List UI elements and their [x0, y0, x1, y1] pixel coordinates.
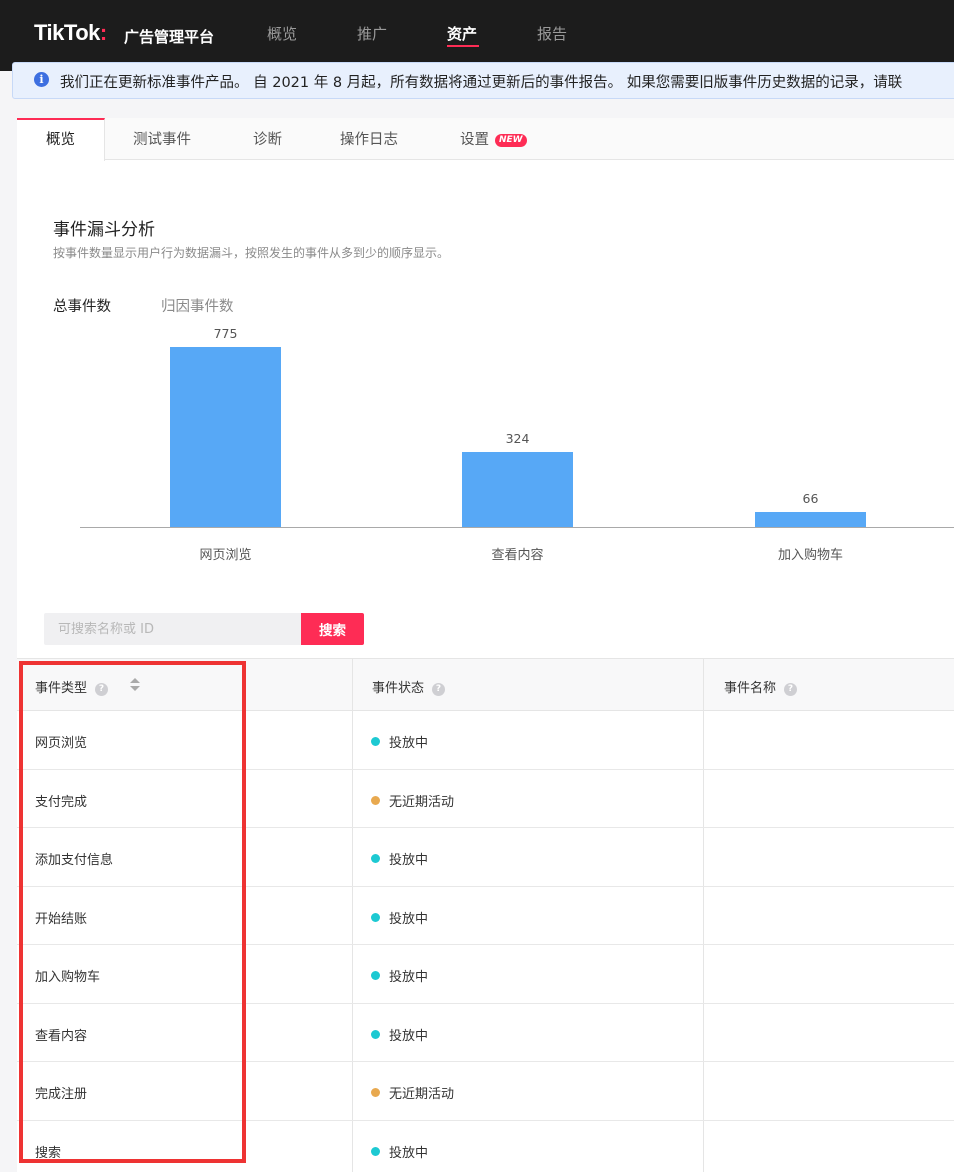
help-icon[interactable]: ? — [432, 683, 446, 696]
event-status-cell: 无近期活动 — [389, 794, 455, 810]
table-row[interactable]: 网页浏览 投放中 — [17, 711, 954, 770]
bar-value-label: 324 — [505, 430, 530, 446]
status-dot — [371, 1146, 380, 1156]
event-type-cell: 加入购物车 — [35, 970, 101, 985]
main-panel: 概览 测试事件 诊断 操作日志 设置 NEW 事件漏斗分析 按事件数量显示用户行为… — [17, 118, 954, 1172]
metric-tab-attributed-events[interactable]: 归因事件数 — [161, 295, 234, 316]
help-icon[interactable]: ? — [95, 683, 109, 696]
nav-promotion[interactable]: 推广 — [357, 23, 387, 44]
top-navigation-bar: TikTok: 广告管理平台 概览 推广 资产 报告 — [0, 0, 954, 71]
chart-bar[interactable] — [755, 511, 866, 527]
event-type-cell: 查看内容 — [35, 1028, 88, 1044]
event-status-cell: 投放中 — [389, 911, 429, 927]
new-badge: NEW — [495, 134, 527, 147]
event-status-cell: 投放中 — [389, 970, 429, 985]
event-status-cell: 无近期活动 — [389, 1087, 455, 1102]
event-type-cell: 添加支付信息 — [35, 853, 114, 868]
tab-activity-log[interactable]: 操作日志 — [340, 118, 398, 160]
search-button[interactable]: 搜索 — [301, 613, 364, 645]
help-icon[interactable]: ? — [784, 683, 798, 696]
search-input[interactable] — [44, 613, 302, 645]
nav-reports[interactable]: 报告 — [537, 23, 567, 44]
event-type-cell: 开始结账 — [35, 911, 88, 927]
event-type-cell: 支付完成 — [35, 794, 88, 810]
chart-x-axis — [80, 527, 954, 528]
notice-text: 我们正在更新标准事件产品。 自 2021 年 8 月起，所有数据将通过更新后的事… — [60, 75, 903, 91]
table-row[interactable]: 添加支付信息 投放中 — [17, 828, 954, 887]
category-label: 查看内容 — [491, 548, 544, 563]
header-event-name: 事件名称? — [724, 677, 798, 696]
category-label: 加入购物车 — [777, 548, 843, 563]
nav-overview[interactable]: 概览 — [267, 23, 297, 44]
table-row[interactable]: 开始结账 投放中 — [17, 887, 954, 945]
header-event-type[interactable]: 事件类型? — [35, 677, 109, 696]
metric-tab-total-events[interactable]: 总事件数 — [53, 295, 111, 316]
status-dot — [371, 795, 380, 805]
event-status-cell: 投放中 — [389, 736, 429, 751]
table-row[interactable]: 加入购物车 投放中 — [17, 945, 954, 1004]
logo-subtitle: 广告管理平台 — [124, 28, 215, 46]
bar-value-label: 66 — [802, 490, 819, 506]
nav-assets[interactable]: 资产 — [447, 23, 477, 44]
event-status-cell: 投放中 — [389, 1145, 429, 1161]
section-title: 事件漏斗分析 — [53, 220, 155, 240]
nav-active-indicator — [447, 45, 479, 47]
chart-bar[interactable] — [170, 347, 281, 527]
info-icon: i — [34, 72, 49, 87]
category-label: 网页浏览 — [199, 548, 252, 563]
section-subtitle: 按事件数量显示用户行为数据漏斗，按照发生的事件从多到少的顺序显示。 — [53, 246, 450, 260]
status-dot — [371, 1029, 380, 1039]
table-row[interactable]: 搜索 投放中 — [17, 1121, 954, 1172]
tab-settings[interactable]: 设置 NEW — [460, 118, 527, 160]
event-type-cell: 搜索 — [35, 1145, 62, 1161]
tab-overview[interactable]: 概览 — [17, 118, 105, 161]
event-status-cell: 投放中 — [389, 1028, 429, 1044]
table-row[interactable]: 完成注册 无近期活动 — [17, 1062, 954, 1121]
table-row[interactable]: 支付完成 无近期活动 — [17, 770, 954, 828]
table-row[interactable]: 查看内容 投放中 — [17, 1004, 954, 1062]
tab-bar: 概览 测试事件 诊断 操作日志 设置 NEW — [17, 118, 954, 161]
status-dot — [371, 854, 380, 863]
tiktok-logo[interactable]: TikTok: — [34, 20, 107, 46]
info-notice-banner: i 我们正在更新标准事件产品。 自 2021 年 8 月起，所有数据将通过更新后… — [12, 62, 954, 99]
event-type-cell: 网页浏览 — [35, 736, 88, 751]
bar-value-label: 775 — [213, 326, 238, 341]
event-type-cell: 完成注册 — [35, 1087, 88, 1102]
header-event-status: 事件状态? — [372, 677, 446, 696]
sort-icon[interactable] — [129, 678, 141, 694]
event-status-cell: 投放中 — [389, 853, 429, 868]
status-dot — [371, 971, 380, 980]
status-dot — [371, 912, 380, 922]
tab-test-events[interactable]: 测试事件 — [133, 118, 191, 160]
status-dot — [371, 737, 380, 746]
table-header: 事件类型? 事件状态? 事件名称? — [17, 658, 954, 711]
status-dot — [371, 1088, 380, 1097]
funnel-bar-chart: 775 网页浏览 324 查看内容 66 加入购物车 — [17, 318, 954, 568]
chart-bar[interactable] — [462, 451, 573, 527]
tab-diagnostics[interactable]: 诊断 — [253, 118, 282, 160]
